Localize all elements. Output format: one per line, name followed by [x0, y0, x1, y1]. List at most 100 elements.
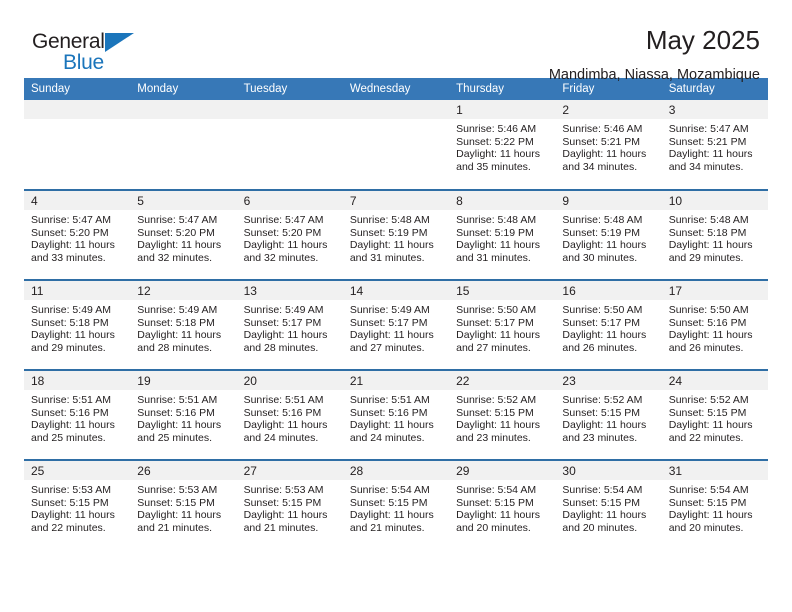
day-details: Sunrise: 5:50 AM Sunset: 5:17 PM Daylight:…	[449, 300, 555, 354]
daylight-text: Daylight: 11 hours and 28 minutes.	[243, 329, 328, 354]
day-number: 21	[342, 371, 450, 390]
calendar-day-cell[interactable]: 12 Sunrise: 5:49 AM Sunset: 5:18 PM Dayligh…	[130, 279, 237, 370]
sunrise-text: Sunrise: 5:52 AM	[668, 394, 749, 406]
calendar-day-cell[interactable]: 27 Sunrise: 5:53 AM Sunset: 5:15 PM Dayligh…	[236, 459, 343, 550]
calendar-day-cell[interactable]: 26 Sunrise: 5:53 AM Sunset: 5:15 PM Dayligh…	[130, 459, 237, 550]
calendar-day-cell[interactable]: 23 Sunrise: 5:52 AM Sunset: 5:15 PM Dayligh…	[555, 369, 662, 460]
daylight-text: Daylight: 11 hours and 20 minutes.	[562, 509, 647, 534]
calendar-day-cell[interactable]: 2 Sunrise: 5:46 AM Sunset: 5:21 PM Daylight…	[555, 100, 662, 190]
day-details: Sunrise: 5:50 AM Sunset: 5:16 PM Daylight:…	[662, 300, 768, 354]
general-blue-logo: General Blue	[32, 26, 152, 74]
day-details: Sunrise: 5:49 AM Sunset: 5:17 PM Daylight:…	[237, 300, 343, 354]
calendar-day-cell[interactable]: 17 Sunrise: 5:50 AM Sunset: 5:16 PM Dayligh…	[661, 279, 768, 370]
day-number	[342, 100, 450, 119]
day-number: 18	[24, 371, 131, 390]
sunrise-text: Sunrise: 5:47 AM	[243, 214, 324, 226]
calendar-day-cell[interactable]: 21 Sunrise: 5:51 AM Sunset: 5:16 PM Dayligh…	[342, 369, 450, 460]
calendar-body: 1 Sunrise: 5:46 AM Sunset: 5:22 PM Daylight…	[24, 100, 768, 550]
daylight-text: Daylight: 11 hours and 26 minutes.	[562, 329, 647, 354]
sunrise-text: Sunrise: 5:48 AM	[456, 214, 537, 226]
sunset-text: Sunset: 5:19 PM	[562, 226, 641, 239]
calendar-week-row: 11 Sunrise: 5:49 AM Sunset: 5:18 PM Dayligh…	[24, 279, 768, 370]
calendar-day-cell[interactable]: 29 Sunrise: 5:54 AM Sunset: 5:15 PM Dayligh…	[449, 459, 556, 550]
weekday-header-monday: Monday	[130, 78, 237, 100]
sunset-text: Sunset: 5:21 PM	[562, 135, 641, 148]
calendar-day-cell[interactable]: 14 Sunrise: 5:49 AM Sunset: 5:17 PM Dayligh…	[342, 279, 450, 370]
weekday-header-wednesday: Wednesday	[342, 78, 450, 100]
daylight-text: Daylight: 11 hours and 23 minutes.	[456, 419, 540, 444]
calendar-week-row: 25 Sunrise: 5:53 AM Sunset: 5:15 PM Dayligh…	[24, 459, 768, 550]
daylight-text: Daylight: 11 hours and 21 minutes.	[243, 509, 328, 534]
day-details: Sunrise: 5:51 AM Sunset: 5:16 PM Daylight:…	[343, 390, 449, 444]
calendar-day-cell[interactable]: 3 Sunrise: 5:47 AM Sunset: 5:21 PM Daylight…	[661, 100, 768, 190]
sunrise-text: Sunrise: 5:48 AM	[668, 214, 749, 226]
calendar-day-cell[interactable]: 7 Sunrise: 5:48 AM Sunset: 5:19 PM Daylight…	[342, 189, 450, 280]
day-number: 19	[130, 371, 237, 390]
daylight-text: Daylight: 11 hours and 31 minutes.	[349, 239, 434, 264]
calendar-day-cell[interactable]: 25 Sunrise: 5:53 AM Sunset: 5:15 PM Dayligh…	[24, 459, 131, 550]
day-number: 11	[24, 281, 131, 300]
location-subtitle: Mandimba, Niassa, Mozambique	[548, 66, 760, 83]
calendar-day-cell[interactable]: 22 Sunrise: 5:52 AM Sunset: 5:15 PM Dayligh…	[449, 369, 556, 460]
calendar-day-cell[interactable]: 31 Sunrise: 5:54 AM Sunset: 5:15 PM Dayligh…	[661, 459, 768, 550]
calendar-day-cell[interactable]: 13 Sunrise: 5:49 AM Sunset: 5:17 PM Dayligh…	[236, 279, 343, 370]
calendar-day-cell[interactable]: 28 Sunrise: 5:54 AM Sunset: 5:15 PM Dayligh…	[342, 459, 450, 550]
daylight-text: Daylight: 11 hours and 29 minutes.	[31, 329, 115, 354]
daylight-text: Daylight: 11 hours and 24 minutes.	[349, 419, 434, 444]
calendar-day-cell[interactable]: 1 Sunrise: 5:46 AM Sunset: 5:22 PM Daylight…	[449, 100, 556, 190]
calendar-day-cell[interactable]: 4 Sunrise: 5:47 AM Sunset: 5:20 PM Daylight…	[24, 189, 131, 280]
day-details: Sunrise: 5:51 AM Sunset: 5:16 PM Daylight:…	[24, 390, 130, 444]
calendar-day-cell-empty	[342, 100, 450, 190]
daylight-text: Daylight: 11 hours and 33 minutes.	[31, 239, 115, 264]
sunset-text: Sunset: 5:15 PM	[456, 496, 534, 509]
day-number: 14	[342, 281, 450, 300]
calendar-day-cell-empty	[236, 100, 343, 190]
daylight-text: Daylight: 11 hours and 27 minutes.	[349, 329, 434, 354]
calendar-day-cell[interactable]: 10 Sunrise: 5:48 AM Sunset: 5:18 PM Dayligh…	[661, 189, 768, 280]
calendar-day-cell[interactable]: 15 Sunrise: 5:50 AM Sunset: 5:17 PM Dayligh…	[449, 279, 556, 370]
day-number: 25	[24, 461, 131, 480]
sunset-text: Sunset: 5:15 PM	[562, 496, 641, 509]
calendar-day-cell[interactable]: 6 Sunrise: 5:47 AM Sunset: 5:20 PM Daylight…	[236, 189, 343, 280]
title-block: May 2025 Mandimba, Niassa, Mozambique	[549, 26, 768, 83]
daylight-text: Daylight: 11 hours and 23 minutes.	[562, 419, 647, 444]
sunset-text: Sunset: 5:16 PM	[243, 406, 322, 419]
sunrise-text: Sunrise: 5:47 AM	[137, 214, 218, 226]
weekday-header-thursday: Thursday	[449, 78, 556, 100]
sunset-text: Sunset: 5:16 PM	[349, 406, 428, 419]
calendar-day-cell[interactable]: 8 Sunrise: 5:48 AM Sunset: 5:19 PM Daylight…	[449, 189, 556, 280]
calendar-day-cell[interactable]: 24 Sunrise: 5:52 AM Sunset: 5:15 PM Dayligh…	[661, 369, 768, 460]
page-title: May 2025	[645, 25, 760, 55]
sunrise-text: Sunrise: 5:50 AM	[456, 304, 537, 316]
sunset-text: Sunset: 5:21 PM	[668, 135, 747, 148]
sunset-text: Sunset: 5:20 PM	[243, 226, 322, 239]
calendar-day-cell[interactable]: 16 Sunrise: 5:50 AM Sunset: 5:17 PM Dayligh…	[555, 279, 662, 370]
sunset-text: Sunset: 5:22 PM	[456, 135, 534, 148]
calendar-day-cell[interactable]: 20 Sunrise: 5:51 AM Sunset: 5:16 PM Dayligh…	[236, 369, 343, 460]
triangle-icon	[105, 33, 134, 52]
calendar-day-cell[interactable]: 9 Sunrise: 5:48 AM Sunset: 5:19 PM Daylight…	[555, 189, 662, 280]
day-details: Sunrise: 5:51 AM Sunset: 5:16 PM Daylight:…	[130, 390, 236, 444]
day-details: Sunrise: 5:53 AM Sunset: 5:15 PM Daylight:…	[237, 480, 343, 534]
calendar-day-cell[interactable]: 30 Sunrise: 5:54 AM Sunset: 5:15 PM Dayligh…	[555, 459, 662, 550]
day-details: Sunrise: 5:54 AM Sunset: 5:15 PM Daylight:…	[662, 480, 768, 534]
day-number: 6	[236, 191, 343, 210]
day-number: 31	[661, 461, 768, 480]
calendar-day-cell[interactable]: 5 Sunrise: 5:47 AM Sunset: 5:20 PM Daylight…	[130, 189, 237, 280]
daylight-text: Daylight: 11 hours and 32 minutes.	[243, 239, 328, 264]
sunset-text: Sunset: 5:17 PM	[456, 316, 534, 329]
calendar-day-cell[interactable]: 18 Sunrise: 5:51 AM Sunset: 5:16 PM Dayligh…	[24, 369, 131, 460]
day-number: 13	[236, 281, 343, 300]
day-number: 23	[555, 371, 662, 390]
day-number: 2	[555, 100, 662, 119]
sunset-text: Sunset: 5:16 PM	[31, 406, 109, 419]
sunset-text: Sunset: 5:19 PM	[349, 226, 428, 239]
day-details: Sunrise: 5:48 AM Sunset: 5:19 PM Daylight:…	[449, 210, 555, 264]
daylight-text: Daylight: 11 hours and 30 minutes.	[562, 239, 647, 264]
sunset-text: Sunset: 5:15 PM	[668, 406, 747, 419]
calendar-day-cell[interactable]: 11 Sunrise: 5:49 AM Sunset: 5:18 PM Dayligh…	[24, 279, 131, 370]
calendar-day-cell[interactable]: 19 Sunrise: 5:51 AM Sunset: 5:16 PM Dayligh…	[130, 369, 237, 460]
day-details: Sunrise: 5:54 AM Sunset: 5:15 PM Daylight:…	[555, 480, 661, 534]
day-details: Sunrise: 5:54 AM Sunset: 5:15 PM Daylight:…	[449, 480, 555, 534]
sunset-text: Sunset: 5:15 PM	[668, 496, 747, 509]
